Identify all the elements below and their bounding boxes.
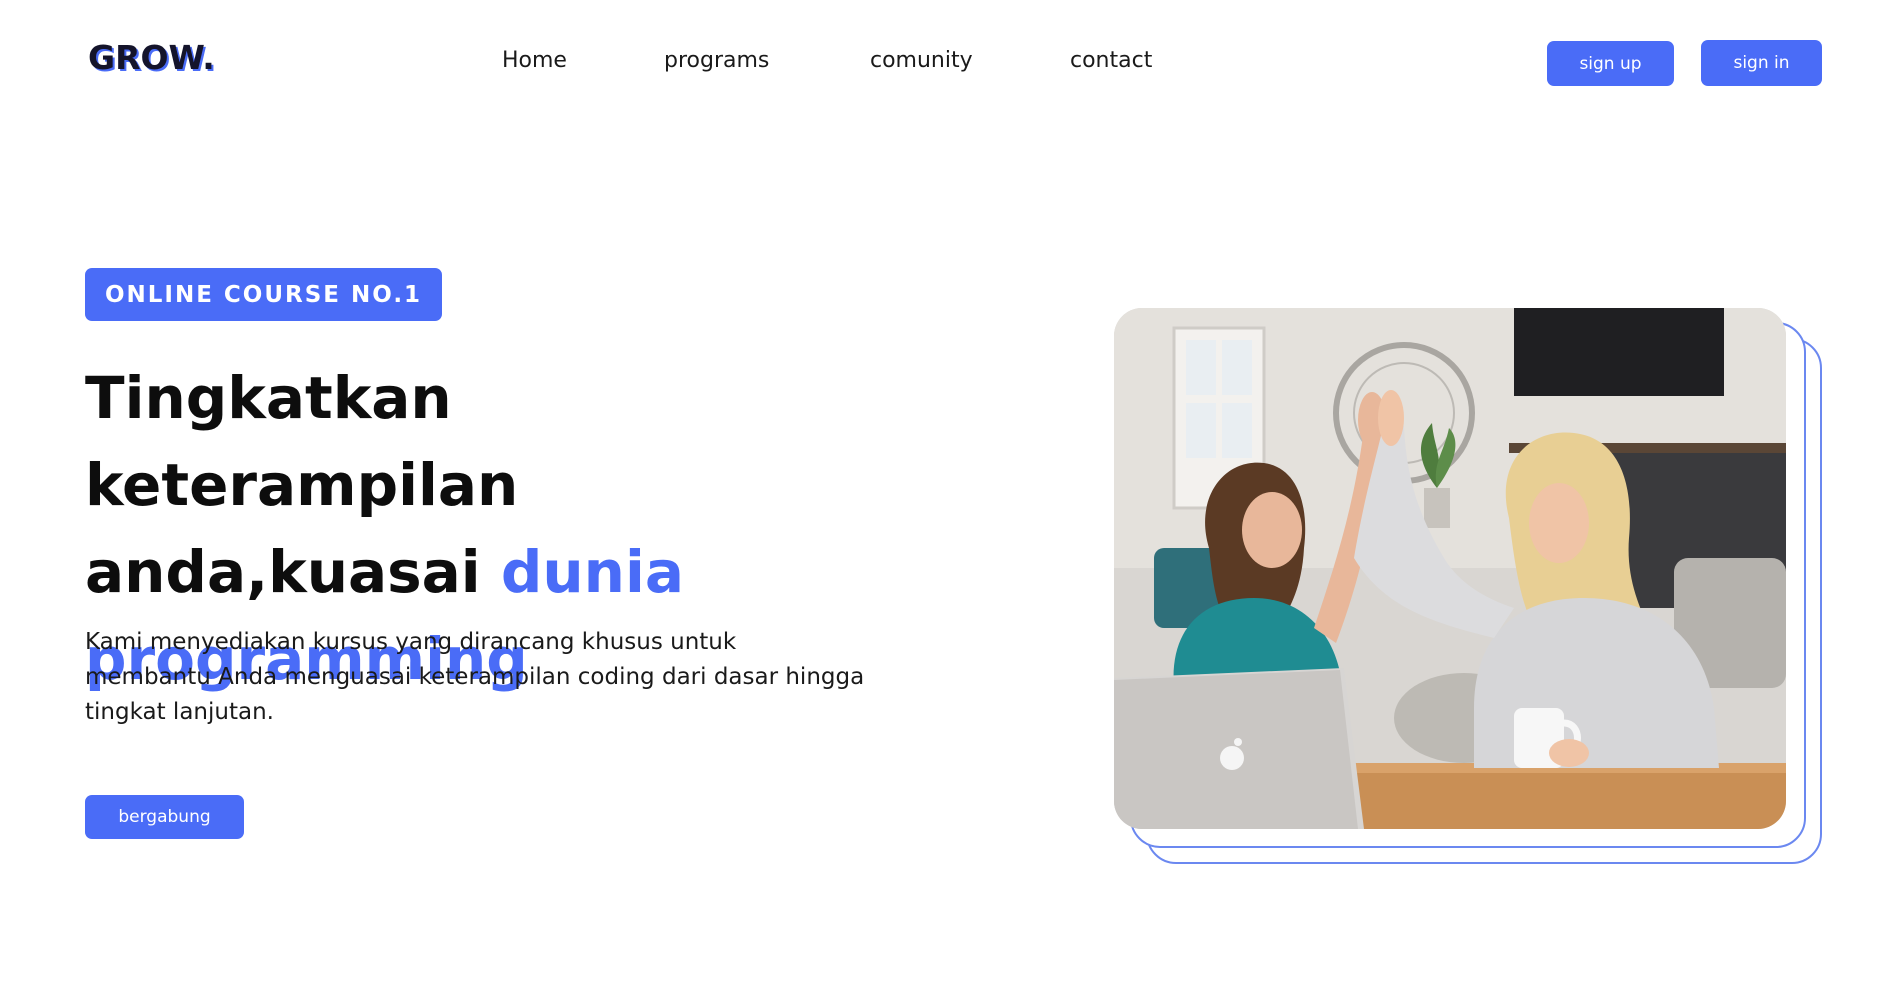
join-button[interactable]: bergabung — [85, 795, 244, 839]
hero-photo — [1114, 308, 1786, 829]
hero-description: Kami menyediakan kursus yang dirancang k… — [85, 629, 865, 725]
high-five-illustration — [1114, 308, 1786, 829]
logo[interactable]: GROW. — [88, 38, 215, 77]
sign-in-button[interactable]: sign in — [1701, 40, 1822, 86]
nav-home-link[interactable]: Home — [502, 48, 567, 73]
hero-badge: ONLINE COURSE NO.1 — [85, 268, 442, 321]
sign-up-button[interactable]: sign up — [1547, 41, 1674, 86]
headline-text: Tingkatkan keterampilan anda,kuasai — [85, 364, 519, 606]
nav-contact-link[interactable]: contact — [1070, 48, 1152, 73]
nav-programs-link[interactable]: programs — [664, 48, 769, 73]
landing-page: GROW. Home programs comunity contact sig… — [0, 0, 1884, 990]
nav-community-link[interactable]: comunity — [870, 48, 973, 73]
